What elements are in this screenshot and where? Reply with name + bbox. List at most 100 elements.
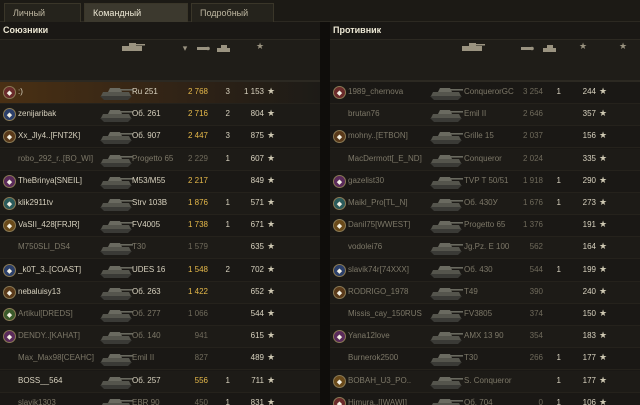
tank-name: ConquerorGC [464,87,514,96]
tank-image-icon [428,328,464,346]
clan-emblem-icon: ◆ [333,330,346,344]
tab-personal-result[interactable]: Личный результат [4,3,81,37]
star-icon: ★ [599,108,608,119]
player-row[interactable]: ◆:) Ru 251 2 768 3 1 153 ★ [0,82,320,104]
player-row[interactable]: ◆ RODRIGO_1978 T49 390 240 ★ [330,281,640,304]
player-row[interactable]: ◆ slavik74r[74XXX] Об. 430 544 1 199 ★ [330,260,640,282]
player-row[interactable]: vodolei76 Jg.Pz. E 100 562 164 ★ [330,237,640,260]
player-row[interactable]: M750SLI_DS4 T30 1 579 635 ★ [0,237,320,260]
star-icon: ★ [599,86,608,96]
damage-value: 2 768 [187,87,208,96]
player-row[interactable]: brutan76 Emil II 2 646 357 ★ [330,104,640,127]
frags-value: 1 [225,220,230,230]
player-row[interactable]: ◆ Himura..[IWAWI] Об. 704 0 1 106 ★ [330,393,640,405]
player-row[interactable]: ◆ Yana12love AMX 13 90 354 183 ★ [330,326,640,349]
tank-name: Об. 430У [464,198,498,207]
player-row[interactable]: ◆ Maikl_Pro[TL_N] Об. 430У 1 676 1 273 ★ [330,193,640,215]
clan-emblem-icon: ◆ [3,197,16,210]
experience-value: 357 [582,109,596,119]
player-row[interactable]: MacDermott[_E_ND] Conqueror 2 024 335 ★ [330,148,640,171]
star-icon: ★ [599,352,608,363]
tank-name: T49 [464,286,478,296]
tab-team-result[interactable]: Командный результат [84,3,188,37]
tank-image-icon [428,151,464,169]
experience-value: 244 [582,87,596,96]
player-row[interactable]: ◆ _k0T_3..[COAST] UDES 16 1 548 2 702 ★ [0,260,320,282]
player-row[interactable]: ◆ Xx_Jly4..[FNT2K] Об. 907 2 447 3 875 ★ [0,126,320,149]
tank-column-icon[interactable] [460,42,486,54]
clan-emblem-icon: ◆ [333,197,346,210]
tank-image-icon [428,350,464,368]
damage-value: 544 [529,264,543,274]
damage-value: 2 229 [187,153,208,163]
tank-column-icon[interactable] [120,42,146,54]
frags-value: 3 [225,131,230,141]
star-icon: ★ [599,197,608,207]
player-row[interactable]: ◆ nebaluisy13 Об. 263 1 422 652 ★ [0,281,320,304]
tank-image-icon [428,84,464,102]
player-row[interactable]: BOSS__564 Об. 257 556 1 711 ★ [0,370,320,393]
experience-value: 571 [250,198,264,207]
player-row[interactable]: slavik1303 EBR 90 450 1 831 ★ [0,393,320,405]
player-row[interactable]: ◆ Danil75[WWEST] Progetto 65 1 376 191 ★ [330,215,640,238]
enemies-panel: Противник ★ ★ ◆ 1989_chernova ConquerorGC 3… [330,22,640,405]
experience-column-icon[interactable]: ★ [254,41,266,53]
tank-image-icon [428,262,464,280]
damage-value: 2 024 [522,153,543,163]
star-icon: ★ [267,308,276,318]
damage-value: 941 [194,331,208,341]
player-row[interactable]: ◆ Artikul[DREDS] Об. 277 1 066 544 ★ [0,304,320,326]
player-row[interactable]: ◆ TheBrinya[SNEIL] M53/M55 2 217 849 ★ [0,171,320,193]
tank-name: Об. 277 [132,309,161,318]
frags-column-icon[interactable] [216,43,232,55]
player-row[interactable]: ◆ DENDY..[KAHAT] Об. 140 941 615 ★ [0,326,320,349]
tank-image-icon [428,106,464,124]
tank-name: Jg.Pz. E 100 [464,242,510,252]
player-row[interactable]: ◆ BOBAH_U3_PO.. S. Conqueror 1 177 ★ [330,370,640,393]
player-row[interactable]: ◆ gazelist30 TVP T 50/51 1 918 1 290 ★ [330,171,640,193]
tank-name: Strv 103B [132,198,168,207]
tank-image-icon [428,128,464,146]
experience-value: 240 [582,286,596,296]
clan-emblem-icon: ◆ [3,263,16,277]
tank-image-icon [98,262,134,280]
damage-column-icon[interactable] [196,43,210,55]
damage-column-icon[interactable] [520,43,534,55]
tab-bar: Личный результат Командный результат Под… [0,0,640,37]
tank-name: TVP T 50/51 [464,175,509,185]
star-icon: ★ [599,152,608,163]
experience-column-icon[interactable]: ★ [577,41,589,53]
star-icon: ★ [267,241,276,252]
damage-value: 1 876 [187,198,208,207]
damage-value: 2 716 [187,109,208,119]
extra-column-icon[interactable]: ★ [617,41,629,53]
tank-name: M53/M55 [132,175,166,185]
star-icon: ★ [267,285,276,296]
experience-value: 177 [582,375,596,385]
player-row[interactable]: ◆ 1989_chernova ConquerorGC 3 254 1 244 ★ [330,82,640,104]
damage-value: 1 579 [187,242,208,252]
player-row[interactable]: Burnerok2500 T30 266 1 177 ★ [330,348,640,371]
experience-value: 635 [250,242,264,252]
damage-value: 827 [194,353,208,363]
clan-emblem-icon: ◆ [3,130,16,144]
player-row[interactable]: Max_Max98[CEAHC] Emil II 827 489 ★ [0,348,320,371]
experience-value: 711 [251,375,264,385]
tank-name: Progetto 65 [464,220,506,230]
player-row[interactable]: ◆ VaSII_428[FRJR] FV4005 1 738 1 671 ★ [0,215,320,238]
player-row[interactable]: ◆ mohny..[ETBON] Grille 15 2 037 156 ★ [330,126,640,149]
player-row[interactable]: Missis_cay_150RUS FV3805 374 150 ★ [330,304,640,326]
star-icon: ★ [267,108,276,119]
star-icon: ★ [267,330,276,341]
player-row[interactable]: robo_292_r..[BO_WI] Progetto 65 2 229 1 607 ★ [0,148,320,171]
tab-detailed-report[interactable]: Подробный отчёт [191,3,274,37]
tank-image-icon [428,373,464,391]
player-row[interactable]: ◆ zenijaribak Об. 261 2 716 2 804 ★ [0,104,320,127]
frags-column-icon[interactable] [542,43,558,55]
player-row[interactable]: ◆ klik2911tv Strv 103B 1 876 1 571 ★ [0,193,320,215]
tank-name: EBR 90 [132,397,160,405]
tank-image-icon [98,350,134,368]
frags-value: 2 [225,264,230,274]
tank-image-icon [428,217,464,235]
tank-name: FV4005 [132,220,161,230]
